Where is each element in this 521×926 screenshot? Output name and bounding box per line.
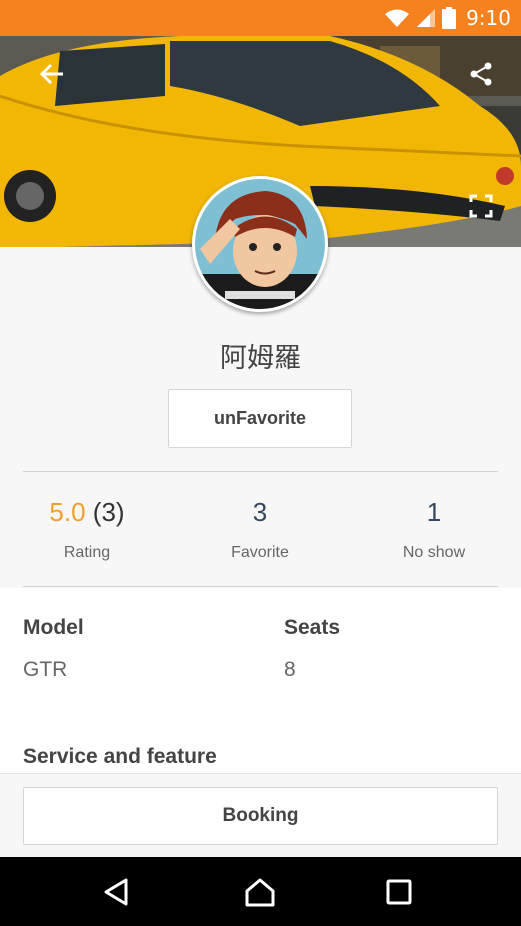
system-nav-bar [0,857,521,926]
favorite-count: 3 [252,497,268,527]
wifi-icon [385,9,410,27]
driver-name: 阿姆羅 [220,343,301,374]
signal-icon [417,9,436,27]
model-value: GTR [23,658,68,681]
favorite-label: Favorite [231,544,289,561]
no-show-count: 1 [426,497,442,527]
booking-bar: Booking [0,773,521,857]
service-heading: Service and feature [23,745,217,768]
status-icons: 9:10 [384,0,511,36]
booking-button[interactable]: Booking [23,787,498,845]
share-icon [470,62,492,86]
seats-heading: Seats [284,616,341,639]
fullscreen-icon [469,194,493,218]
status-time: 9:10 [466,6,511,30]
divider [23,586,498,587]
model-heading: Model [23,616,84,639]
unfavorite-button[interactable]: unFavorite [168,389,352,448]
fullscreen-button[interactable] [461,186,501,226]
home-icon [245,878,275,906]
vehicle-details: Model GTR Seats 8 Service and feature [0,588,521,773]
recents-icon [386,879,412,904]
stat-favorite: 3 Favorite [173,492,347,562]
avatar-image [195,179,325,309]
back-button[interactable] [32,54,72,94]
arrow-back-icon [39,63,63,85]
status-bar: 9:10 [0,0,521,36]
nav-recents-button[interactable] [359,857,439,926]
seats-value: 8 [284,658,296,681]
rating-value: 5.0 (3) [0,492,174,532]
no-show-label: No show [402,544,466,561]
avatar [192,176,328,312]
share-button[interactable] [461,54,501,94]
rating-count: (3) [92,497,125,527]
stat-rating: 5.0 (3) Rating [0,492,174,562]
nav-back-button[interactable] [76,857,156,926]
stat-no-show: 1 No show [347,492,521,562]
battery-icon [442,7,457,29]
divider [23,471,498,472]
back-triangle-icon [104,878,128,905]
nav-home-button[interactable] [220,857,300,926]
stats-row: 5.0 (3) Rating 3 Favorite 1 No show [0,492,521,582]
rating-score: 5.0 [49,497,86,527]
rating-label: Rating [63,544,111,561]
